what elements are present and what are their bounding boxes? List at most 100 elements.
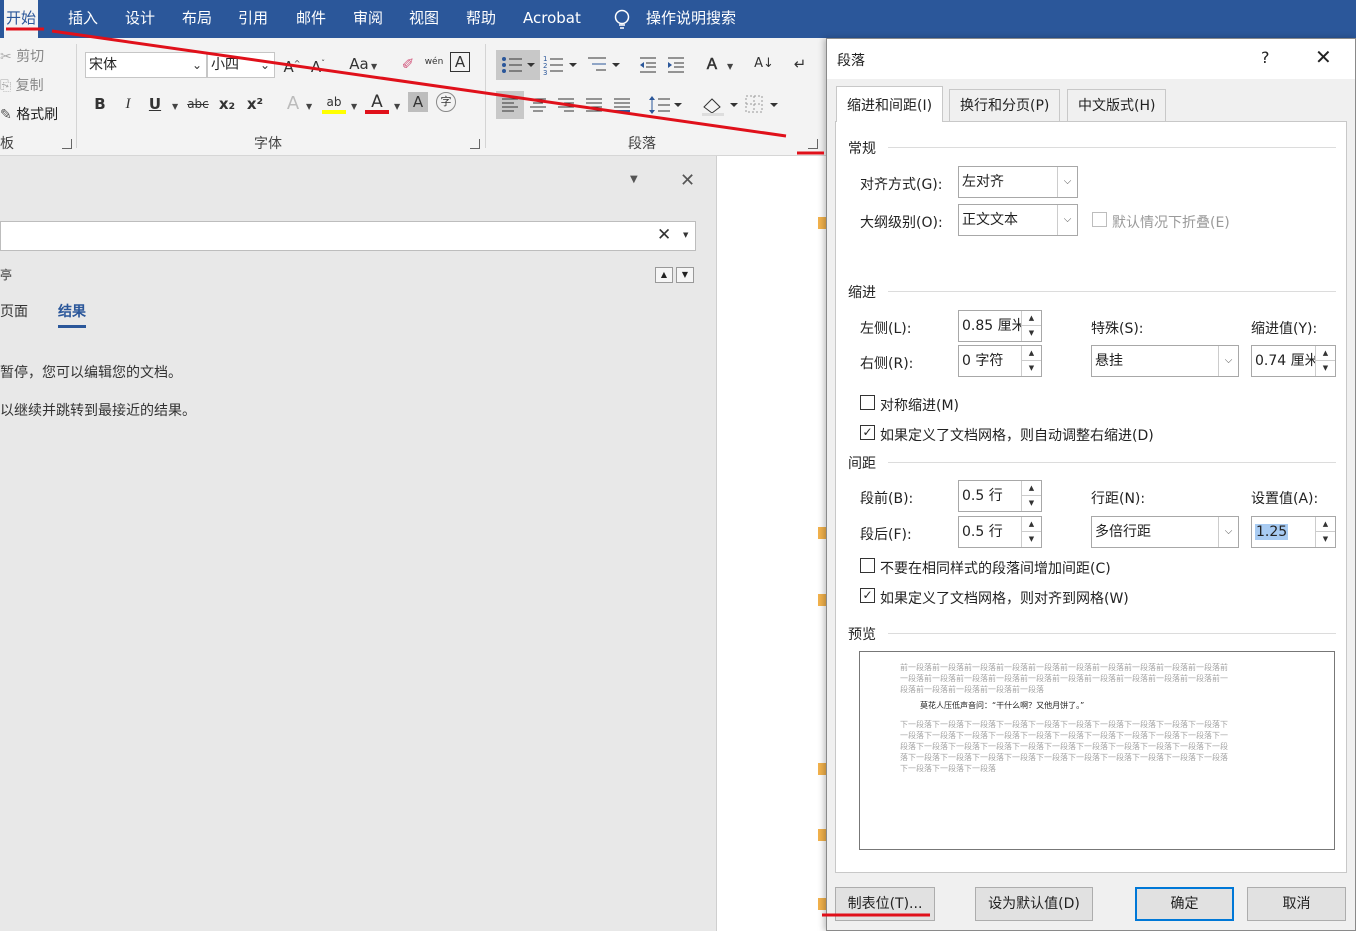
spin-down-icon[interactable]: ▼ (1022, 496, 1041, 511)
font-size-combo[interactable]: 小四 ⌄ (207, 52, 275, 78)
clipboard-launcher-icon[interactable] (62, 139, 72, 149)
tab-indents-spacing[interactable]: 缩进和间距(I) (836, 86, 944, 122)
caret-down-icon[interactable]: ▼ (683, 231, 688, 239)
next-result-button[interactable]: ▼ (676, 267, 694, 283)
bold-button[interactable]: B (88, 92, 112, 116)
increase-indent-icon[interactable] (666, 55, 686, 75)
decrease-indent-icon[interactable] (638, 55, 658, 75)
tab-home[interactable]: 开始 (4, 0, 39, 38)
font-launcher-icon[interactable] (470, 139, 480, 149)
cancel-button[interactable]: 取消 (1247, 887, 1346, 921)
special-indent-select[interactable]: 悬挂 ⌵ (1091, 345, 1239, 377)
distributed-icon[interactable] (613, 96, 631, 114)
strikethrough-button[interactable]: abc (186, 92, 210, 116)
justify-icon[interactable] (585, 96, 603, 114)
caret-down-icon[interactable]: ▼ (630, 174, 638, 185)
indent-by-spinner[interactable]: 0.74 厘米 ▲ ▼ (1251, 345, 1336, 377)
spin-up-icon[interactable]: ▲ (1022, 481, 1041, 496)
char-shading-button[interactable]: A (408, 92, 428, 112)
highlight-color-button[interactable]: ab (322, 90, 346, 114)
spin-up-icon[interactable]: ▲ (1022, 311, 1041, 326)
phonetic-guide-icon[interactable]: wén (422, 50, 446, 74)
tab-help[interactable]: 帮助 (464, 0, 498, 38)
multilevel-list-icon[interactable] (586, 54, 622, 76)
spin-down-icon[interactable]: ▼ (1316, 532, 1335, 547)
snap-to-grid-checkbox[interactable]: ✓ (860, 588, 875, 603)
space-after-spinner[interactable]: 0.5 行 ▲ ▼ (958, 516, 1042, 548)
tell-me-search[interactable]: 操作说明搜索 (644, 0, 738, 38)
underline-button[interactable]: U (143, 92, 167, 116)
spin-down-icon[interactable]: ▼ (1022, 361, 1041, 376)
spin-up-icon[interactable]: ▲ (1022, 517, 1041, 532)
cut-button[interactable]: ✂ 剪切 (0, 46, 44, 66)
close-button[interactable]: ✕ (1315, 45, 1332, 69)
space-before-spinner[interactable]: 0.5 行 ▲ ▼ (958, 480, 1042, 512)
show-marks-icon[interactable]: ↵ (788, 52, 812, 76)
align-right-icon[interactable] (557, 96, 575, 114)
tab-results[interactable]: 结果 (58, 301, 86, 328)
tabs-button[interactable]: 制表位(T)... (835, 887, 935, 921)
auto-right-indent-checkbox[interactable]: ✓ (860, 425, 875, 440)
help-button[interactable]: ? (1261, 48, 1270, 67)
change-case-button[interactable]: Aa (344, 52, 374, 76)
tab-line-page-breaks[interactable]: 换行和分页(P) (949, 89, 1061, 121)
tab-pages[interactable]: 页面 (0, 301, 28, 321)
clear-icon[interactable]: ✕ (657, 225, 671, 245)
bullets-icon[interactable] (496, 50, 540, 80)
tab-review[interactable]: 审阅 (351, 0, 385, 38)
tab-mailings[interactable]: 邮件 (294, 0, 328, 38)
align-left-icon[interactable] (496, 91, 524, 119)
spin-down-icon[interactable]: ▼ (1022, 326, 1041, 341)
copy-button[interactable]: ⎘ 复制 (0, 75, 44, 95)
numbering-icon[interactable]: 1 2 3 (543, 54, 579, 76)
spin-down-icon[interactable]: ▼ (1022, 532, 1041, 547)
chinese-layout-icon[interactable]: Ａ (700, 52, 724, 76)
tab-acrobat[interactable]: Acrobat (521, 0, 583, 38)
clear-format-icon[interactable]: ✐ (396, 52, 420, 76)
left-indent-spinner[interactable]: 0.85 厘米 ▲ ▼ (958, 310, 1042, 342)
italic-button[interactable]: I (116, 92, 140, 116)
outline-level-select[interactable]: 正文文本 ⌵ (958, 204, 1078, 236)
document-area[interactable] (717, 156, 827, 931)
alignment-select[interactable]: 左对齐 ⌵ (958, 166, 1078, 198)
tab-asian-typography[interactable]: 中文版式(H) (1067, 89, 1167, 121)
set-default-button[interactable]: 设为默认值(D) (975, 887, 1093, 921)
shading-icon[interactable] (700, 93, 738, 117)
tab-view[interactable]: 视图 (407, 0, 441, 38)
search-input[interactable]: ✕ ▼ (0, 221, 696, 251)
spin-up-icon[interactable]: ▲ (1316, 517, 1335, 532)
font-color-button[interactable]: A (365, 90, 389, 114)
close-icon[interactable]: ✕ (680, 170, 695, 191)
prev-result-button[interactable]: ▲ (655, 267, 673, 283)
borders-icon[interactable] (744, 94, 780, 116)
line-spacing-select[interactable]: 多倍行距 ⌵ (1091, 516, 1239, 548)
paragraph-launcher-icon[interactable] (808, 139, 818, 149)
tab-layout[interactable]: 布局 (180, 0, 214, 38)
divider (888, 147, 1336, 148)
line-spacing-icon[interactable] (648, 94, 682, 116)
enclose-char-button[interactable]: 字 (436, 92, 456, 112)
right-indent-spinner[interactable]: 0 字符 ▲ ▼ (958, 345, 1042, 377)
char-border-icon[interactable]: A (450, 52, 470, 72)
tab-design[interactable]: 设计 (123, 0, 157, 38)
text-effects-icon[interactable]: A (281, 92, 305, 116)
subscript-button[interactable]: x₂ (215, 92, 239, 116)
dialog-titlebar[interactable]: 段落 ? ✕ (827, 39, 1355, 79)
spin-up-icon[interactable]: ▲ (1022, 346, 1041, 361)
superscript-button[interactable]: x² (243, 92, 267, 116)
align-center-icon[interactable] (529, 96, 547, 114)
sort-icon[interactable]: A↓ (752, 52, 776, 76)
lightbulb-icon[interactable] (611, 8, 633, 32)
shrink-font-icon[interactable]: Aˇ (306, 52, 330, 76)
spacing-at-spinner[interactable]: 1.25 ▲ ▼ (1251, 516, 1336, 548)
no-space-same-style-checkbox[interactable] (860, 558, 875, 573)
spin-up-icon[interactable]: ▲ (1316, 346, 1335, 361)
tab-insert[interactable]: 插入 (66, 0, 100, 38)
mirror-indents-checkbox[interactable] (860, 395, 875, 410)
font-name-combo[interactable]: 宋体 ⌄ (85, 52, 207, 78)
tab-references[interactable]: 引用 (236, 0, 270, 38)
spin-down-icon[interactable]: ▼ (1316, 361, 1335, 376)
ok-button[interactable]: 确定 (1135, 887, 1234, 921)
format-painter-button[interactable]: ✎ 格式刷 (0, 104, 58, 124)
grow-font-icon[interactable]: A^ (280, 52, 304, 76)
